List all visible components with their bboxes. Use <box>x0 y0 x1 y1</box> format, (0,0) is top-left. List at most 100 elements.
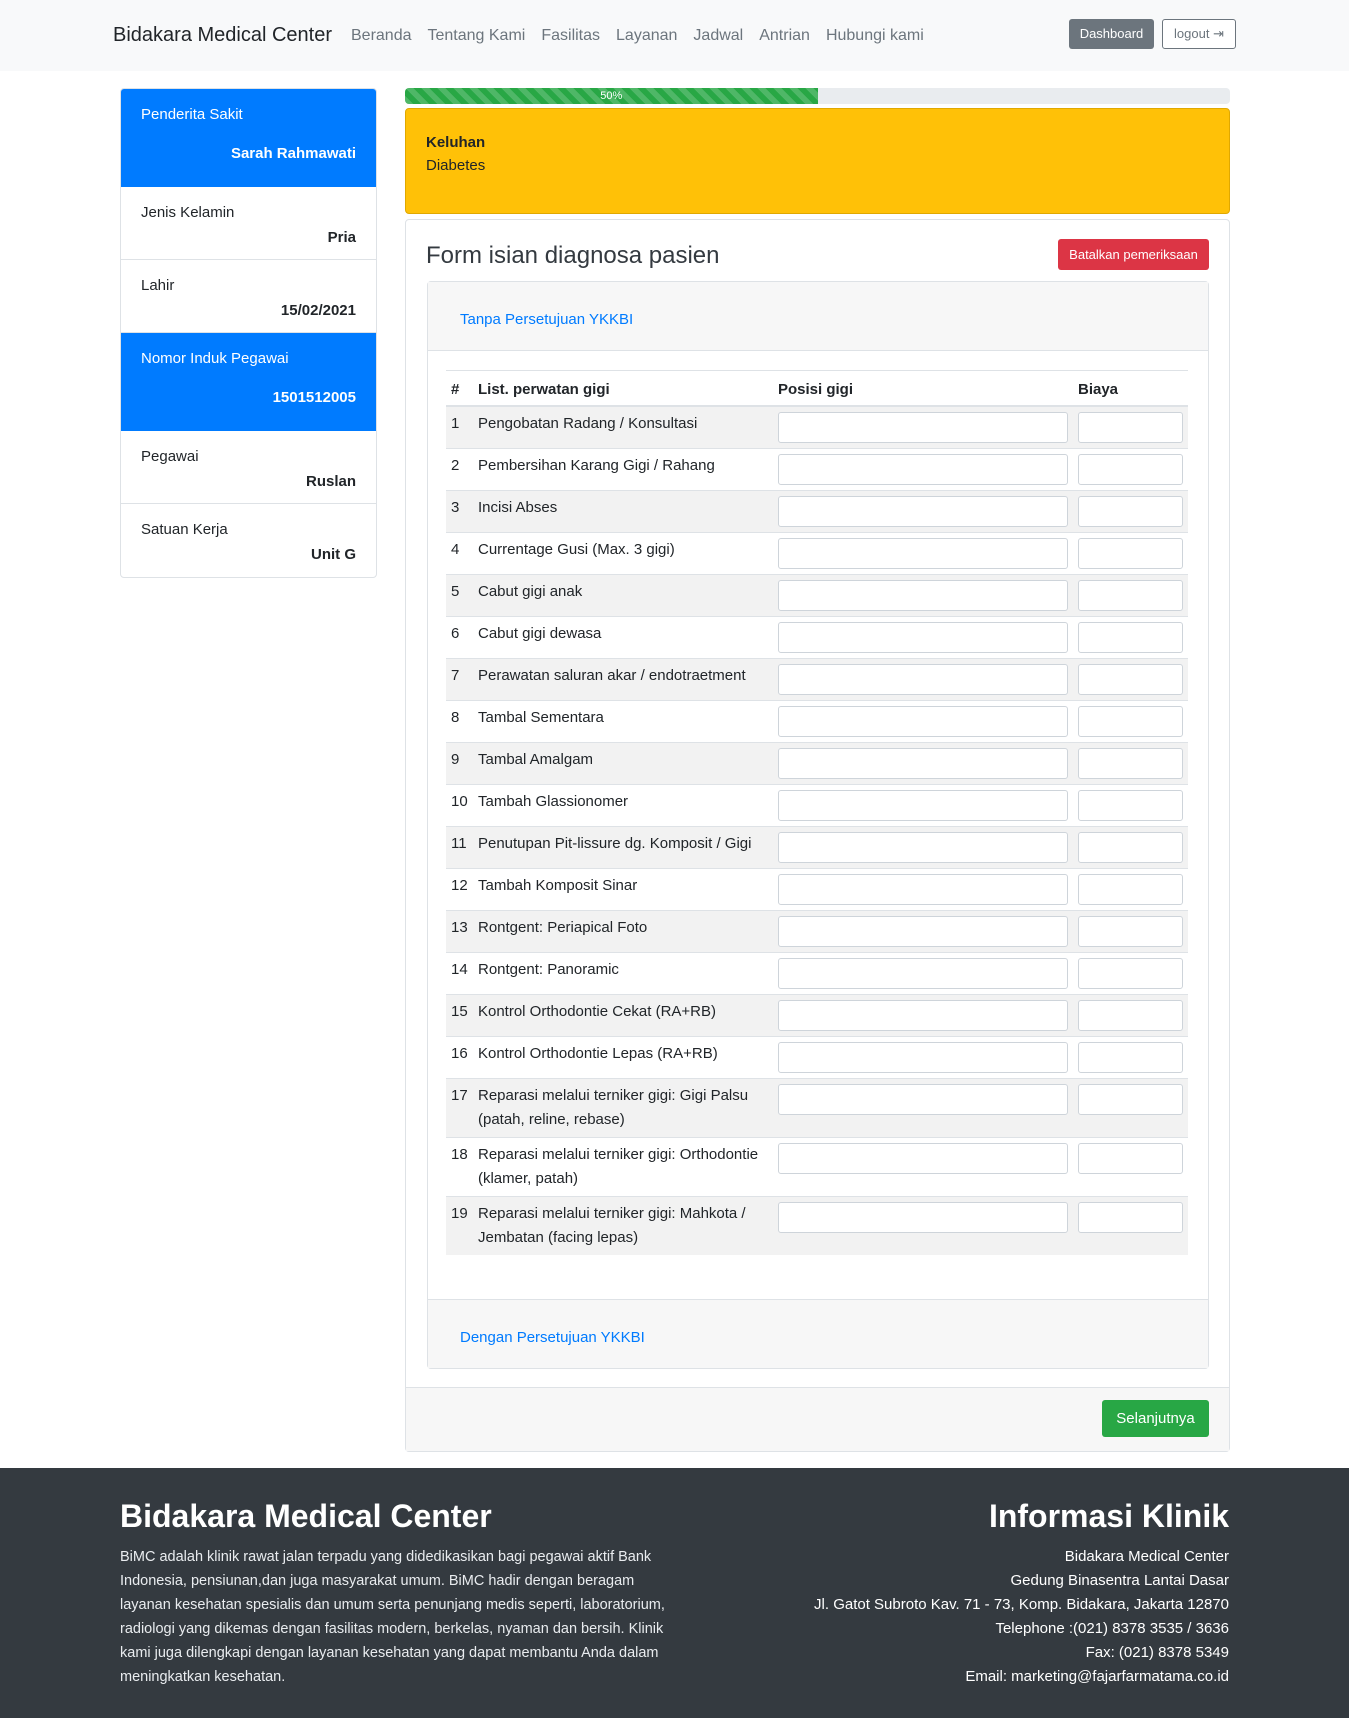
table-row: 15 Kontrol Orthodontie Cekat (RA+RB) <box>446 994 1188 1037</box>
cancel-examination-button[interactable]: Batalkan pemeriksaan <box>1058 239 1209 270</box>
treatment-name: Reparasi melalui terniker gigi: Orthodon… <box>472 1137 773 1197</box>
cost-input[interactable] <box>1078 832 1183 863</box>
position-cell <box>772 490 1073 533</box>
cost-cell <box>1073 700 1188 743</box>
table-row: 17 Reparasi melalui terniker gigi: Gigi P… <box>446 1078 1188 1138</box>
complaint-alert: Keluhan Diabetes <box>405 108 1230 214</box>
col-num-header: # <box>446 370 473 407</box>
cost-cell <box>1073 1137 1188 1197</box>
cost-cell <box>1073 1036 1188 1079</box>
tooth-position-input[interactable] <box>777 1000 1068 1031</box>
tooth-position-input[interactable] <box>777 1202 1068 1233</box>
nav-link-layanan[interactable]: Layanan <box>616 27 677 45</box>
nav-link-fasilitas[interactable]: Fasilitas <box>541 27 600 45</box>
with-approval-link[interactable]: Dengan Persetujuan YKKBI <box>460 1329 645 1346</box>
tooth-position-input[interactable] <box>777 1084 1068 1115</box>
sidebar-item-birthdate: Lahir 15/02/2021 <box>121 260 376 333</box>
tooth-position-input[interactable] <box>777 832 1068 863</box>
cost-cell <box>1073 574 1188 617</box>
cost-input[interactable] <box>1078 748 1183 779</box>
cost-input[interactable] <box>1078 1000 1183 1031</box>
cost-input[interactable] <box>1078 958 1183 989</box>
tooth-position-input[interactable] <box>777 538 1068 569</box>
nav-link-tentang-kami[interactable]: Tentang Kami <box>428 27 526 45</box>
footer-about-title: Bidakara Medical Center <box>120 1498 492 1534</box>
treatment-name: Reparasi melalui terniker gigi: Gigi Pal… <box>472 1078 773 1138</box>
nav-link-antrian[interactable]: Antrian <box>759 27 810 45</box>
tooth-position-input[interactable] <box>777 874 1068 905</box>
treatment-name: Tambal Amalgam <box>472 742 773 785</box>
footer-info-line: Fax: (021) 8378 5349 <box>1085 1644 1229 1661</box>
position-cell <box>772 742 1073 785</box>
cost-input[interactable] <box>1078 1084 1183 1115</box>
cost-input[interactable] <box>1078 538 1183 569</box>
tooth-position-input[interactable] <box>777 496 1068 527</box>
cost-cell <box>1073 405 1188 449</box>
cost-input[interactable] <box>1078 412 1183 443</box>
sidebar-item-gender: Jenis Kelamin Pria <box>121 187 376 260</box>
cost-input[interactable] <box>1078 622 1183 653</box>
position-cell <box>772 616 1073 659</box>
cost-input[interactable] <box>1078 1042 1183 1073</box>
footer-about: Bidakara Medical Center BiMC adalah klin… <box>120 1498 680 1689</box>
dashboard-button[interactable]: Dashboard <box>1069 19 1154 49</box>
position-cell <box>772 405 1073 449</box>
site-footer: Bidakara Medical Center BiMC adalah klin… <box>0 1468 1349 1718</box>
sidebar-item-label: Nomor Induk Pegawai <box>141 350 289 367</box>
position-cell <box>772 1078 1073 1138</box>
sidebar-item-label: Penderita Sakit <box>141 106 243 123</box>
footer-info-title: Informasi Klinik <box>988 1498 1229 1534</box>
tooth-position-input[interactable] <box>777 412 1068 443</box>
sidebar-item-employee-id: Nomor Induk Pegawai 1501512005 <box>121 333 376 431</box>
cost-input[interactable] <box>1078 580 1183 611</box>
position-cell <box>772 868 1073 911</box>
cost-input[interactable] <box>1078 916 1183 947</box>
logout-button[interactable]: logout ⇥ <box>1162 19 1236 49</box>
treatment-name: Reparasi melalui terniker gigi: Mahkota … <box>472 1196 773 1255</box>
tooth-position-input[interactable] <box>777 790 1068 821</box>
tooth-position-input[interactable] <box>777 1143 1068 1174</box>
position-cell <box>772 448 1073 491</box>
footer-info-line: Bidakara Medical Center <box>1064 1548 1229 1565</box>
position-cell <box>772 1036 1073 1079</box>
nav-link-hubungi-kami[interactable]: Hubungi kami <box>826 27 924 45</box>
tooth-position-input[interactable] <box>777 916 1068 947</box>
navbar-brand[interactable]: Bidakara Medical Center <box>113 24 332 47</box>
cost-input[interactable] <box>1078 874 1183 905</box>
cost-cell <box>1073 532 1188 575</box>
form-title: Form isian diagnosa pasien <box>426 242 720 269</box>
row-number: 5 <box>446 574 473 617</box>
cost-input[interactable] <box>1078 1202 1183 1233</box>
cost-input[interactable] <box>1078 664 1183 695</box>
tooth-position-input[interactable] <box>777 622 1068 653</box>
cost-input[interactable] <box>1078 706 1183 737</box>
tooth-position-input[interactable] <box>777 706 1068 737</box>
tooth-position-input[interactable] <box>777 580 1068 611</box>
tooth-position-input[interactable] <box>777 664 1068 695</box>
table-row: 3 Incisi Abses <box>446 490 1188 533</box>
row-number: 6 <box>446 616 473 659</box>
cost-input[interactable] <box>1078 454 1183 485</box>
sidebar-item-patient: Penderita Sakit Sarah Rahmawati <box>121 89 376 187</box>
position-cell <box>772 910 1073 953</box>
tooth-position-input[interactable] <box>777 958 1068 989</box>
card-footer: Selanjutnya <box>406 1387 1229 1451</box>
cost-input[interactable] <box>1078 1143 1183 1174</box>
table-row: 8 Tambal Sementara <box>446 700 1188 743</box>
cost-input[interactable] <box>1078 790 1183 821</box>
diagnosis-form-card: Form isian diagnosa pasien Batalkan peme… <box>405 219 1230 1452</box>
row-number: 13 <box>446 910 473 953</box>
next-button[interactable]: Selanjutnya <box>1102 1400 1209 1437</box>
tooth-position-input[interactable] <box>777 748 1068 779</box>
treatment-name: Rontgent: Periapical Foto <box>472 910 773 953</box>
tooth-position-input[interactable] <box>777 1042 1068 1073</box>
nav-link-beranda[interactable]: Beranda <box>351 27 412 45</box>
row-number: 14 <box>446 952 473 995</box>
nav-link-jadwal[interactable]: Jadwal <box>693 27 743 45</box>
col-position-header: Posisi gigi <box>772 370 1073 407</box>
tooth-position-input[interactable] <box>777 454 1068 485</box>
cost-cell <box>1073 1196 1188 1255</box>
cost-input[interactable] <box>1078 496 1183 527</box>
treatment-name: Tambah Komposit Sinar <box>472 868 773 911</box>
without-approval-link[interactable]: Tanpa Persetujuan YKKBI <box>460 311 633 328</box>
